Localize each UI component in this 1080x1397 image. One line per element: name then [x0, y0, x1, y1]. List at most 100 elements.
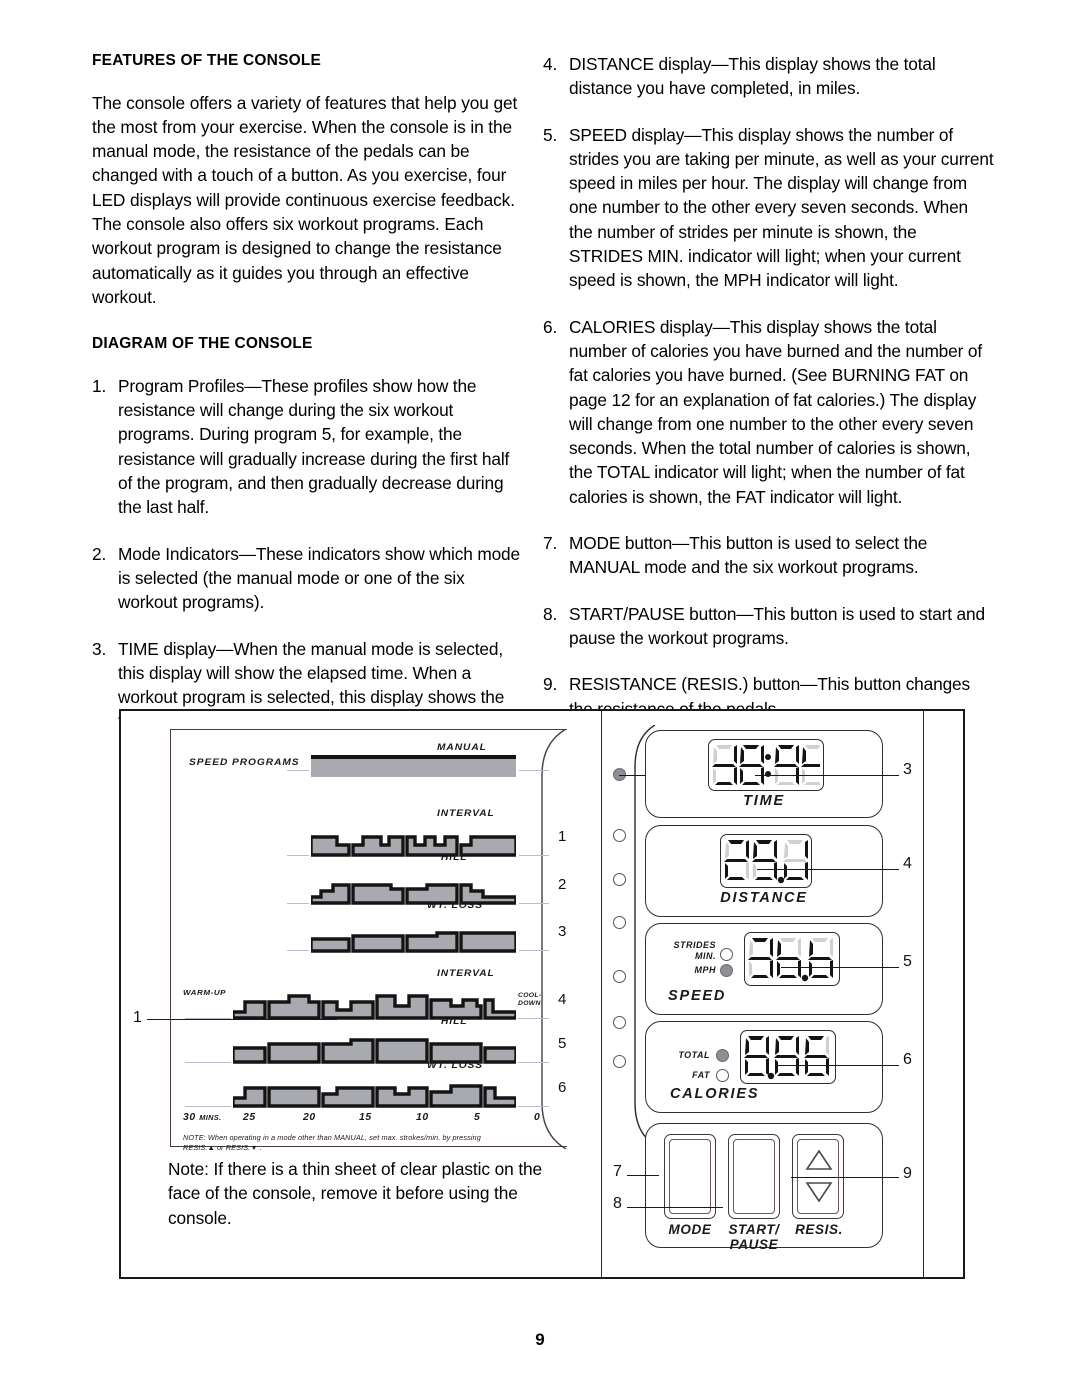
- left-numbered-list: 1. Program Profiles—These profiles show h…: [92, 374, 524, 734]
- program-label-interval-1: INTERVAL: [437, 808, 495, 819]
- calories-lcd: [740, 1030, 836, 1084]
- list-item: 1. Program Profiles—These profiles show h…: [92, 374, 524, 520]
- total-label: TOTAL: [678, 1050, 710, 1060]
- right-text-column: 4. DISTANCE display—This display shows th…: [543, 52, 995, 743]
- warmup-label: WARM-UP: [183, 988, 227, 997]
- strides-min-indicator[interactable]: [720, 948, 733, 961]
- mode-indicator-dot-3[interactable]: [613, 916, 626, 929]
- start-pause-button-label: START/ PAUSE: [728, 1222, 780, 1252]
- calories-display-panel: TOTAL FAT CALORIES: [645, 1021, 883, 1113]
- list-item-number: 6.: [543, 316, 558, 337]
- list-item-number: 5.: [543, 124, 558, 145]
- callout-6-leader: [777, 1065, 899, 1066]
- list-item: 2. Mode Indicators—These indicators show …: [92, 542, 524, 615]
- total-indicator[interactable]: [716, 1049, 729, 1062]
- mph-label: MPH: [694, 965, 716, 975]
- profile-graph-interval-2: [233, 992, 516, 1020]
- mode-indicator-dot-1[interactable]: [613, 829, 626, 842]
- list-item: 5. SPEED display—This display shows the n…: [543, 123, 995, 293]
- leader-line: [287, 950, 309, 951]
- speed-lcd: [744, 932, 840, 986]
- resistance-button-label: RESIS.: [795, 1222, 843, 1237]
- callout-9-leader: [791, 1177, 899, 1178]
- fat-indicator[interactable]: [716, 1069, 729, 1082]
- callout-4-leader: [757, 869, 899, 870]
- callout-3: 3: [903, 761, 912, 778]
- profile-number-2: 2: [558, 876, 567, 893]
- leader-line: [287, 770, 309, 771]
- page-number: 9: [535, 1330, 545, 1349]
- right-numbered-list: 4. DISTANCE display—This display shows th…: [543, 52, 995, 721]
- axis-tick-15: 15: [359, 1112, 372, 1123]
- callout-7: 7: [613, 1163, 622, 1180]
- list-item-text: CALORIES display—This display shows the …: [569, 316, 982, 507]
- callout-9: 9: [903, 1165, 912, 1182]
- leader-line: [519, 770, 549, 771]
- callout-8: 8: [613, 1195, 622, 1212]
- fat-label: FAT: [692, 1070, 710, 1080]
- profile-number-3: 3: [558, 923, 567, 940]
- callout-6: 6: [903, 1051, 912, 1068]
- console-faceplate: 2: [605, 724, 921, 1265]
- profile-number-6: 6: [558, 1079, 567, 1096]
- plastic-sheet-note: Note: If there is a thin sheet of clear …: [168, 1159, 543, 1228]
- distance-lcd: [720, 834, 812, 888]
- list-item-number: 3.: [92, 638, 107, 659]
- callout-3-leader: [755, 775, 899, 776]
- list-item-number: 8.: [543, 603, 558, 624]
- axis-tick-0: 0: [534, 1112, 541, 1123]
- axis-tick-20: 20: [303, 1112, 316, 1123]
- manual-page: FEATURES OF THE CONSOLE The console offe…: [0, 0, 1080, 1397]
- leader-line: [185, 1106, 231, 1107]
- start-pause-button[interactable]: [728, 1134, 780, 1219]
- program-label-hill-1: HILL: [441, 852, 468, 863]
- list-item-text: SPEED display—This display shows the num…: [569, 124, 994, 291]
- diagram-heading: DIAGRAM OF THE CONSOLE: [92, 335, 313, 353]
- callout-4: 4: [903, 855, 912, 872]
- profile-graph-wtloss-2: [233, 1080, 516, 1108]
- profile-graph-interval-1: [311, 829, 516, 857]
- program-label-interval-2: INTERVAL: [437, 968, 495, 979]
- profile-number-4: 4: [558, 991, 567, 1008]
- time-display-panel: TIME 16:34: [645, 730, 883, 818]
- distance-display-panel: DISTANCE 25.7: [645, 825, 883, 917]
- list-item-number: 4.: [543, 54, 558, 74]
- leader-line: [519, 950, 549, 951]
- list-item: 7. MODE button—This button is used to sel…: [543, 531, 995, 580]
- list-item: 6. CALORIES display—This display shows th…: [543, 315, 995, 509]
- diagram-divider-left: [601, 711, 602, 1277]
- resistance-up-arrow-icon[interactable]: [805, 1149, 833, 1171]
- mode-indicator-dot-2[interactable]: [613, 873, 626, 886]
- mode-button-label: MODE: [668, 1222, 712, 1237]
- callout-5-leader: [781, 967, 899, 968]
- axis-tick-25: 25: [243, 1112, 256, 1123]
- list-item-number: 9.: [543, 674, 558, 695]
- mode-indicator-dot-6[interactable]: [613, 1055, 626, 1068]
- list-item-number: 7.: [543, 533, 558, 554]
- leader-line: [518, 1106, 549, 1107]
- leader-line: [518, 1062, 549, 1063]
- program-label-wtloss-2: WT. LOSS: [427, 1060, 484, 1071]
- leader-line: [519, 855, 549, 856]
- profile-number-1: 1: [558, 828, 567, 845]
- time-lcd: [708, 739, 824, 791]
- start-pause-button-inner: [733, 1139, 775, 1214]
- mode-indicator-dot-4[interactable]: [613, 970, 626, 983]
- program-label-hill-2: HILL: [441, 1016, 468, 1027]
- list-item-number: 2.: [92, 543, 107, 564]
- list-item-text: MODE button—This button is used to selec…: [569, 533, 928, 578]
- program-profiles: SPEED PROGRAMS MANUAL INTERVAL HILL WT. …: [171, 730, 579, 1152]
- callout-5: 5: [903, 953, 912, 970]
- list-item-text: Program Profiles—These profiles show how…: [118, 375, 510, 518]
- calories-caption: CALORIES: [670, 1086, 760, 1102]
- mph-indicator[interactable]: [720, 964, 733, 977]
- leader-line: [518, 1018, 549, 1019]
- speed-programs-panel: SPEED PROGRAMS MANUAL INTERVAL HILL WT. …: [170, 729, 580, 1152]
- callout-1-leader: [147, 1019, 337, 1020]
- leader-line: [519, 903, 549, 904]
- mode-indicator-dot-5[interactable]: [613, 1016, 626, 1029]
- resistance-down-arrow-icon[interactable]: [805, 1181, 833, 1203]
- strides-min-label: STRIDES MIN.: [673, 940, 716, 961]
- profile-number-5: 5: [558, 1035, 567, 1052]
- axis-tick-5: 5: [474, 1112, 481, 1123]
